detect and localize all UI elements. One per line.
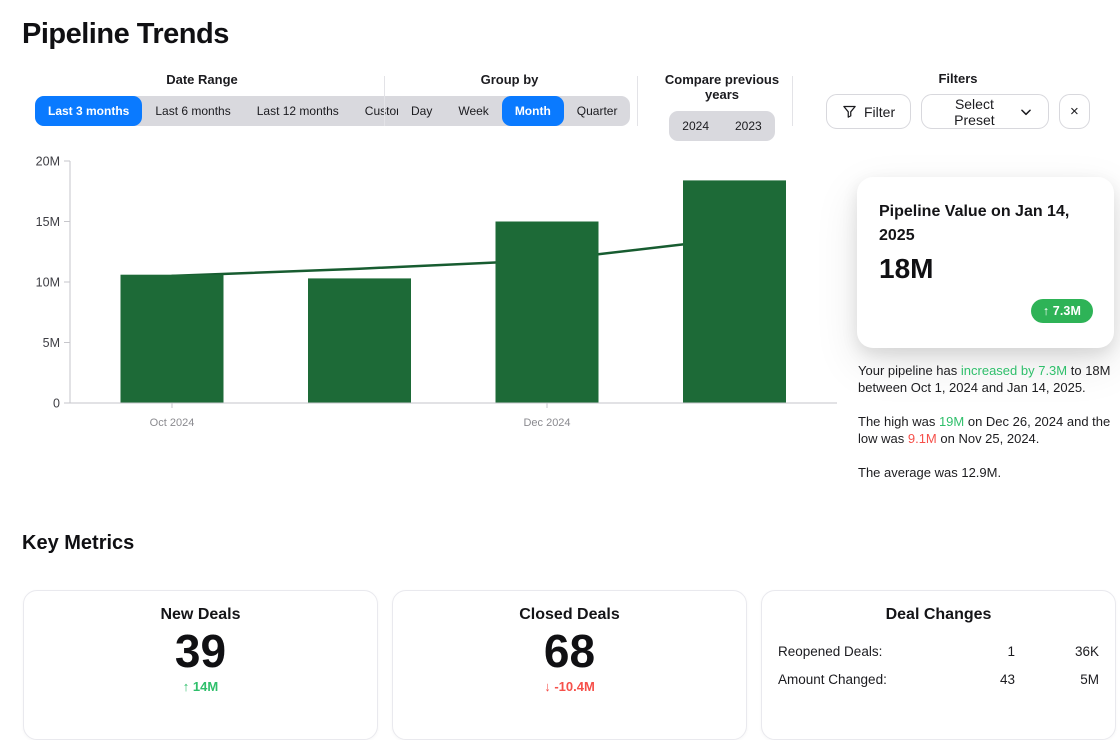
compare-option-2023[interactable]: 2023 [722, 111, 775, 141]
deal-changes-title: Deal Changes [762, 606, 1115, 624]
date-range-segmented-control: Last 3 months Last 6 months Last 12 mont… [35, 96, 419, 126]
new-deals-title: New Deals [24, 606, 377, 624]
compare-years-segmented-control: 2024 2023 [669, 111, 774, 141]
reopened-deals-amount: 36K [1015, 644, 1099, 659]
date-range-option-last-3-months[interactable]: Last 3 months [35, 96, 142, 126]
closed-deals-value: 68 [393, 627, 746, 677]
pipeline-value-card: Pipeline Value on Jan 14, 2025 18M ↑ 7.3… [857, 177, 1114, 348]
compare-option-2024[interactable]: 2024 [669, 111, 722, 141]
closed-deals-title: Closed Deals [393, 606, 746, 624]
chart-bar-dec-2024[interactable] [496, 222, 599, 404]
key-metrics-row: New Deals 39 ↑ 14M Closed Deals 68 ↓ -10… [23, 590, 1116, 740]
x-tick-label: Dec 2024 [523, 417, 570, 429]
filters-label: Filters [826, 71, 1090, 86]
date-range-option-last-12-months[interactable]: Last 12 months [244, 96, 352, 126]
toolbar-divider [792, 76, 793, 126]
x-tick-label: Oct 2024 [150, 417, 195, 429]
group-by-group: Group by Day Week Month Quarter [398, 72, 621, 126]
insight-paragraph-change: Your pipeline has increased by 7.3M to 1… [858, 362, 1120, 396]
new-deals-value: 39 [24, 627, 377, 677]
date-range-option-last-6-months[interactable]: Last 6 months [142, 96, 243, 126]
y-tick-label: 20M [36, 155, 60, 169]
toolbar-divider [384, 76, 385, 126]
trend-line [172, 238, 735, 276]
change-badge: ↑ 7.3M [1031, 299, 1093, 323]
page-title: Pipeline Trends [22, 18, 229, 51]
chart-bar-nov-2024[interactable] [308, 278, 411, 403]
pipeline-value-card-title: Pipeline Value on Jan 14, 2025 [879, 200, 1093, 248]
closed-deals-card: Closed Deals 68 ↓ -10.4M [392, 590, 747, 740]
closed-deals-delta: ↓ -10.4M [393, 679, 746, 694]
insight-increase-highlight: increased by 7.3M [961, 363, 1067, 378]
deal-changes-row-amount: Amount Changed: 43 5M [778, 665, 1099, 693]
insight-paragraph-average: The average was 12.9M. [858, 464, 1120, 481]
filters-group: Filters Filter Select Preset × [826, 71, 1090, 129]
group-by-option-quarter[interactable]: Quarter [564, 96, 631, 126]
deal-changes-row-reopened: Reopened Deals: 1 36K [778, 637, 1099, 665]
date-range-group: Date Range Last 3 months Last 6 months L… [35, 72, 369, 126]
group-by-segmented-control: Day Week Month Quarter [398, 96, 630, 126]
group-by-option-week[interactable]: Week [445, 96, 501, 126]
reopened-deals-count: 1 [935, 644, 1015, 659]
clear-filters-button[interactable]: × [1059, 94, 1090, 129]
amount-changed-count: 43 [935, 672, 1015, 687]
insight-paragraph-high-low: The high was 19M on Dec 26, 2024 and the… [858, 413, 1120, 447]
chart-bar-oct-2024[interactable] [121, 275, 224, 403]
new-deals-card: New Deals 39 ↑ 14M [23, 590, 378, 740]
y-tick-label: 0 [53, 397, 60, 411]
compare-years-group: Compare previous years 2024 2023 [647, 72, 797, 141]
group-by-label: Group by [398, 72, 621, 87]
chart-bar-jan-2025[interactable] [683, 180, 786, 403]
date-range-label: Date Range [35, 72, 369, 87]
pipeline-value-card-value: 18M [879, 253, 1093, 285]
compare-years-label: Compare previous years [647, 72, 797, 102]
key-metrics-heading: Key Metrics [22, 532, 134, 555]
chevron-down-icon [1019, 105, 1033, 119]
insight-high-highlight: 19M [939, 414, 964, 429]
amount-changed-amount: 5M [1015, 672, 1099, 687]
y-tick-label: 5M [43, 336, 60, 350]
y-tick-label: 15M [36, 215, 60, 229]
close-icon: × [1070, 103, 1079, 120]
filter-button[interactable]: Filter [826, 94, 911, 129]
toolbar-divider [637, 76, 638, 126]
new-deals-delta: ↑ 14M [24, 679, 377, 694]
y-tick-label: 10M [36, 276, 60, 290]
deal-changes-card: Deal Changes Reopened Deals: 1 36K Amoun… [761, 590, 1116, 740]
funnel-icon [842, 104, 857, 119]
pipeline-trend-chart: 0 5M 10M 15M 20M Oct 2024 Dec 2024 [0, 148, 845, 448]
select-preset-dropdown[interactable]: Select Preset [921, 94, 1049, 129]
insight-text-block: Your pipeline has increased by 7.3M to 1… [858, 362, 1120, 498]
group-by-option-day[interactable]: Day [398, 96, 445, 126]
group-by-option-month[interactable]: Month [502, 96, 564, 126]
insight-low-highlight: 9.1M [908, 431, 937, 446]
